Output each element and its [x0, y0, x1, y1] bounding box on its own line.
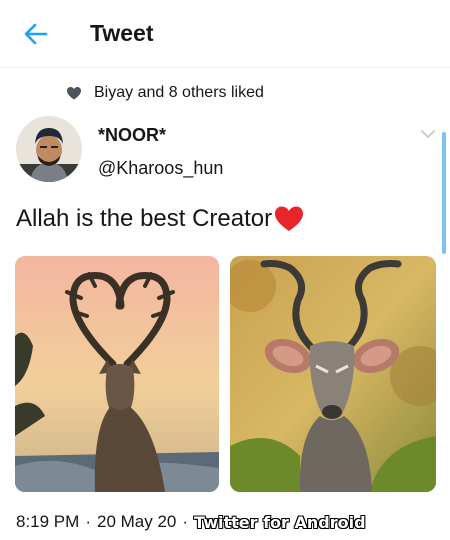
page-title: Tweet — [90, 20, 154, 46]
top-bar: Tweet — [0, 0, 450, 68]
meta-separator: · — [85, 512, 91, 531]
avatar[interactable] — [16, 116, 82, 182]
deer-heart-antlers-photo[interactable] — [15, 256, 219, 492]
arrow-left-icon[interactable] — [22, 20, 50, 48]
scrollbar[interactable] — [442, 132, 446, 254]
meta-separator: · — [182, 512, 189, 531]
tweet-time: 8:19 PM — [16, 512, 80, 531]
tweet-client-link[interactable]: Twitter for Android — [194, 513, 366, 532]
tweet-meta: 8:19 PM · 20 May 20 · Twitter for Androi… — [16, 512, 366, 532]
red-heart-icon — [275, 206, 304, 231]
tweet-text-body: Allah is the best Creator — [16, 205, 273, 232]
author-handle[interactable]: @Kharoos_hun — [98, 158, 223, 179]
chevron-down-icon[interactable] — [420, 128, 436, 140]
social-context[interactable]: Biyay and 8 others liked — [66, 82, 264, 104]
kudu-antelope-photo[interactable] — [230, 256, 436, 492]
tweet-text: Allah is the best Creator — [16, 205, 304, 233]
tweet-date: 20 May 20 — [96, 512, 177, 531]
heart-icon — [67, 87, 81, 100]
author-name[interactable]: *NOOR* — [98, 125, 166, 146]
social-context-text: Biyay and 8 others liked — [94, 84, 264, 101]
